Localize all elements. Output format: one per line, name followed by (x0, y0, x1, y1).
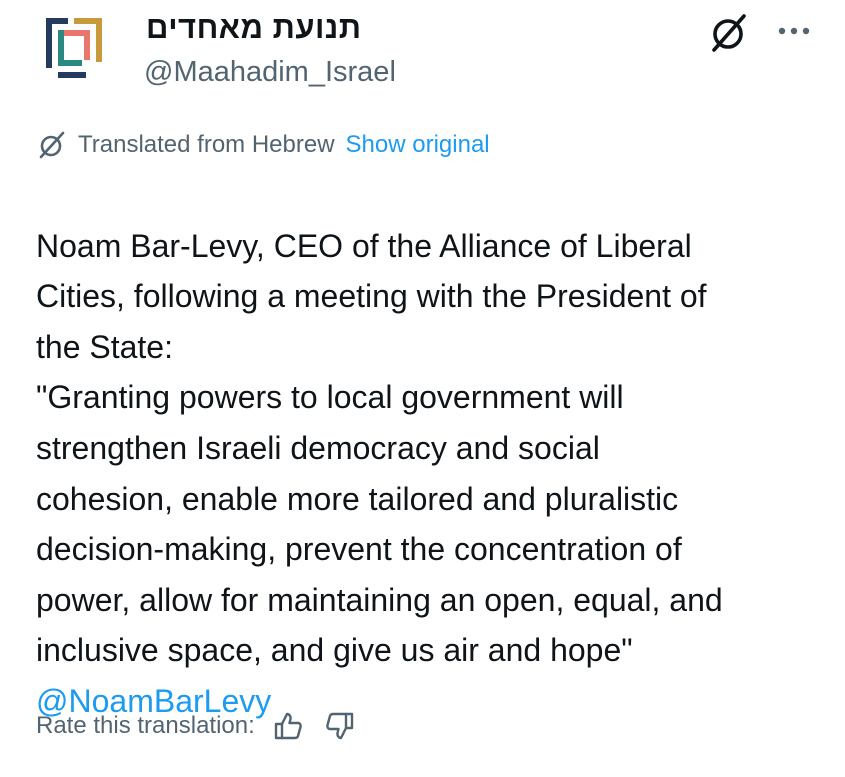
thumbs-down-icon[interactable] (323, 709, 357, 743)
more-dots-icon[interactable] (776, 16, 812, 46)
tweet-text-content: Noam Bar-Levy, CEO of the Alliance of Li… (36, 227, 723, 669)
grok-icon[interactable] (706, 10, 752, 56)
show-original-link[interactable]: Show original (346, 131, 490, 159)
user-handle[interactable]: @Maahadim_Israel (144, 56, 396, 89)
tweet-text: Noam Bar-Levy, CEO of the Alliance of Li… (36, 170, 826, 777)
rate-label: Rate this translation: (36, 712, 255, 739)
tweet-header: תנועת מאחדים @Maahadim_Israel (0, 0, 845, 110)
thumbs-up-icon[interactable] (271, 709, 305, 743)
rate-translation: Rate this translation: (36, 706, 357, 746)
grok-icon (36, 129, 68, 161)
translation-note: Translated from Hebrew Show original (36, 128, 490, 162)
translation-label: Translated from Hebrew (78, 131, 335, 158)
maahadim-logo-icon (46, 18, 102, 78)
avatar[interactable] (44, 16, 108, 80)
display-name[interactable]: תנועת מאחדים (146, 10, 361, 46)
